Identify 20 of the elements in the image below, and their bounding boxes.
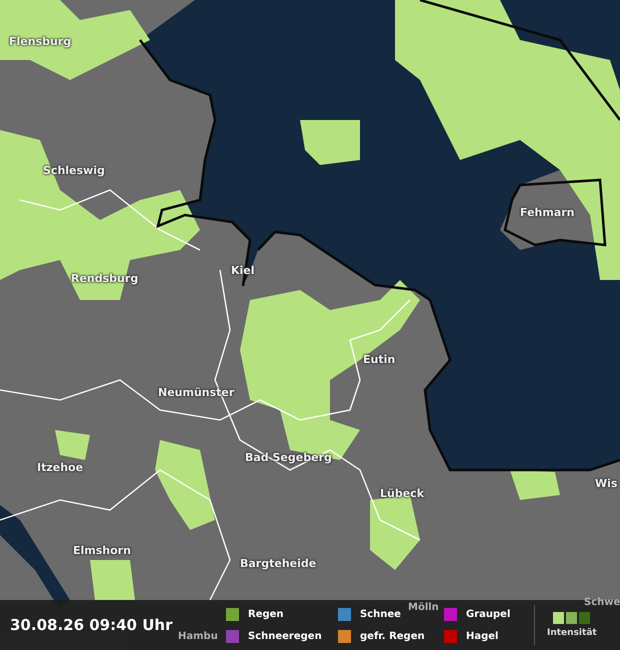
place-label: Eutin: [363, 353, 396, 366]
timestamp: 30.08.26 09:40 Uhr: [10, 616, 174, 634]
place-label: Itzehoe: [37, 461, 84, 474]
intensity-label: Intensität: [547, 628, 597, 638]
legend-label: Schneeregen: [248, 630, 322, 642]
place-label: Lübeck: [380, 487, 424, 500]
place-label: Bargteheide: [240, 557, 316, 570]
place-label: Schwe: [584, 597, 620, 608]
place-label: Fehmarn: [520, 206, 575, 219]
place-label: Flensburg: [9, 35, 72, 48]
legend-label: Schnee: [360, 608, 401, 620]
place-label: Elmshorn: [73, 544, 131, 557]
legend-label: Graupel: [466, 608, 510, 620]
legend-label: gefr. Regen: [360, 630, 425, 642]
intensity-scale-icon: [553, 612, 590, 624]
legend-label: Hagel: [466, 630, 498, 642]
place-label: Wis: [595, 477, 618, 490]
place-label: Hambu: [178, 631, 218, 642]
place-label: Mölln: [408, 602, 439, 613]
legend-label: Regen: [248, 608, 284, 620]
